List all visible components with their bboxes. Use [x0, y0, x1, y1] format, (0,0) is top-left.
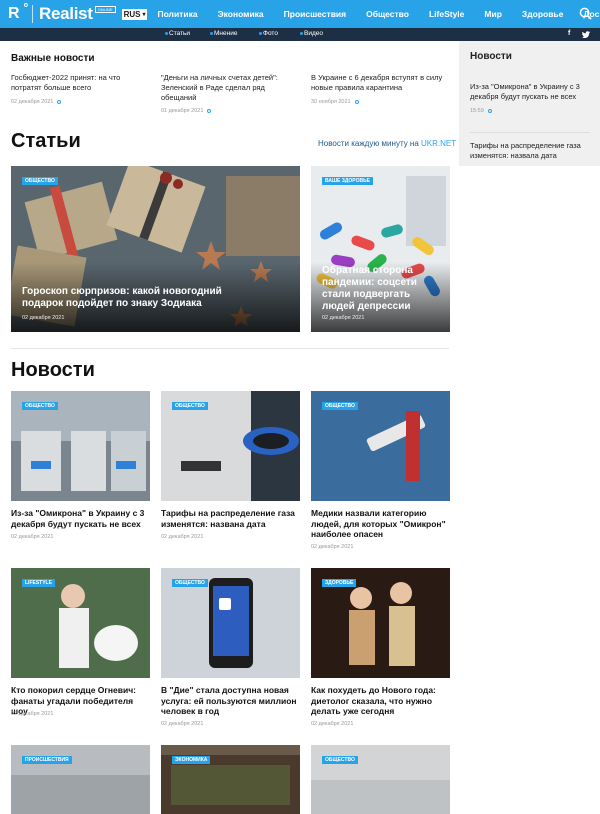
news-image[interactable]: ОБЩЕСТВО	[161, 568, 300, 678]
date: 02 декабря 2021	[11, 99, 54, 105]
category-badge[interactable]: ОБЩЕСТВО	[172, 402, 208, 410]
chevron-down-icon: ▾	[142, 11, 146, 18]
news-meta: 30 ноября 2021	[311, 99, 451, 105]
bullet-icon	[354, 100, 359, 104]
article-headline[interactable]: Гороскоп сюрпризов: какой новогодний под…	[22, 286, 232, 310]
subnav-item-video[interactable]: Видео	[300, 30, 323, 37]
news-image[interactable]: ОБЩЕСТВО	[311, 391, 450, 501]
important-news-title: Важные новости	[11, 53, 95, 64]
category-badge[interactable]: ЭКОНОМИКА	[172, 756, 211, 764]
news-image[interactable]: ЗДОРОВЬЕ	[311, 568, 450, 678]
nav-item-incidents[interactable]: Происшествия	[284, 9, 346, 19]
logo-letter: Ro	[8, 2, 28, 22]
news-meta: 01 декабря 2021	[161, 108, 301, 114]
time: 15:59	[470, 108, 484, 114]
dot-icon	[210, 32, 213, 35]
news-image[interactable]: ОБЩЕСТВО	[311, 745, 450, 814]
date: 01 декабря 2021	[161, 108, 204, 114]
news-image[interactable]: ОБЩЕСТВО	[11, 391, 150, 501]
bullet-icon	[487, 109, 492, 113]
news-date: 02 декабря 2021	[161, 721, 204, 727]
news-meta: 15:59	[470, 106, 590, 116]
nav-item-society[interactable]: Общество	[366, 9, 409, 19]
nav-item-economy[interactable]: Экономика	[218, 9, 264, 19]
news-image[interactable]: ПРОИСШЕСТВИЯ	[11, 745, 150, 814]
important-news-item[interactable]: "Деньги на личных счетах детей": Зеленск…	[161, 73, 301, 114]
date: 30 ноября 2021	[311, 99, 351, 105]
ukrnet-promo-link[interactable]: Новости каждую минуту на UKR.NET	[318, 139, 456, 148]
promo-link: UKR.NET	[421, 139, 457, 148]
promo-text: Новости каждую минуту на	[318, 139, 419, 148]
divider	[470, 132, 590, 133]
secondary-nav-bar: Статьи Мнение Фото Видео f	[0, 28, 600, 41]
news-date: 02 декабря 2021	[11, 534, 54, 540]
facebook-icon[interactable]: f	[568, 30, 570, 37]
news-image[interactable]: LIFESTYLE	[11, 568, 150, 678]
articles-section-title: Статьи	[11, 130, 81, 152]
logo-badge: ONLINE	[94, 6, 116, 13]
news-date: 02 декабря 2021	[161, 534, 204, 540]
subnav-item-articles[interactable]: Статьи	[165, 30, 190, 37]
search-icon[interactable]	[579, 7, 592, 20]
sidebar-title: Новости	[470, 51, 512, 62]
article-card[interactable]: ВАШЕ ЗДОРОВЬЕ Обратная сторона пандемии:…	[311, 166, 450, 332]
news-headline[interactable]: Медики назвали категорию людей, для кото…	[311, 508, 450, 540]
category-badge[interactable]: ОБЩЕСТВО	[322, 402, 358, 410]
headline[interactable]: В Украине с 6 декабря вступят в силу нов…	[311, 73, 451, 93]
news-image[interactable]: ОБЩЕСТВО	[161, 391, 300, 501]
news-date: 02 декабря 2021	[11, 711, 54, 717]
section-divider	[11, 348, 449, 349]
headline[interactable]: "Деньги на личных счетах детей": Зеленск…	[161, 73, 301, 103]
news-headline[interactable]: Тарифы на распределение газа изменятся: …	[161, 508, 300, 529]
news-image[interactable]: ЭКОНОМИКА	[161, 745, 300, 814]
language-label: RUS	[123, 9, 141, 19]
dot-icon	[259, 32, 262, 35]
article-date: 02 декабря 2021	[322, 315, 365, 321]
news-date: 02 декабря 2021	[311, 721, 354, 727]
category-badge[interactable]: ПРОИСШЕСТВИЯ	[22, 756, 72, 764]
subnav-item-opinion[interactable]: Мнение	[210, 30, 237, 37]
twitter-icon[interactable]	[582, 31, 590, 38]
category-badge[interactable]: LIFESTYLE	[22, 579, 55, 587]
category-badge[interactable]: ОБЩЕСТВО	[172, 579, 208, 587]
headline[interactable]: Госбюджет-2022 принят: на что потратят б…	[11, 73, 151, 93]
category-badge[interactable]: ОБЩЕСТВО	[22, 402, 58, 410]
article-headline[interactable]: Обратная сторона пандемии: соцсети стали…	[322, 265, 440, 313]
dot-icon	[165, 32, 168, 35]
headline: Из-за "Омикрона" в Украину с 3 декабря б…	[470, 82, 580, 101]
category-badge[interactable]: ВАШЕ ЗДОРОВЬЕ	[322, 177, 374, 185]
sidebar-news-item[interactable]: Тарифы на распределение газа изменятся: …	[470, 141, 590, 161]
subnav-item-photo[interactable]: Фото	[259, 30, 278, 37]
bullet-icon	[207, 109, 212, 113]
logo-divider	[32, 5, 33, 23]
site-logo[interactable]: Ro Realist ONLINE	[8, 0, 116, 28]
dot-icon	[300, 32, 303, 35]
important-news-item[interactable]: Госбюджет-2022 принят: на что потратят б…	[11, 73, 151, 105]
article-card[interactable]: ОБЩЕСТВО Гороскоп сюрпризов: какой новог…	[11, 166, 300, 332]
logo-text: Realist	[39, 4, 93, 23]
nav-item-lifestyle[interactable]: LifeStyle	[429, 9, 464, 19]
sidebar-news-feed: Новости Из-за "Омикрона" в Украину с 3 д…	[459, 41, 600, 166]
category-badge[interactable]: ЗДОРОВЬЕ	[322, 579, 357, 587]
important-news-item[interactable]: В Украине с 6 декабря вступят в силу нов…	[311, 73, 451, 105]
headline: Тарифы на распределение газа изменятся: …	[470, 141, 581, 160]
category-badge[interactable]: ОБЩЕСТВО	[322, 756, 358, 764]
bullet-icon	[57, 100, 62, 104]
news-section-title: Новости	[11, 359, 95, 381]
main-nav: Политика Экономика Происшествия Общество…	[157, 9, 600, 19]
nav-item-world[interactable]: Мир	[484, 9, 502, 19]
top-navigation-bar: Ro Realist ONLINE RUS ▾ Политика Экономи…	[0, 0, 600, 28]
nav-item-politics[interactable]: Политика	[157, 9, 197, 19]
article-date: 02 декабря 2021	[22, 315, 65, 321]
language-selector[interactable]: RUS ▾	[121, 8, 148, 20]
news-headline[interactable]: Из-за "Омикрона" в Украину с 3 декабря б…	[11, 508, 150, 529]
news-date: 02 декабря 2021	[311, 544, 354, 550]
category-badge[interactable]: ОБЩЕСТВО	[22, 177, 58, 185]
news-headline[interactable]: Как похудеть до Нового года: диетолог ск…	[311, 685, 450, 717]
nav-item-health[interactable]: Здоровье	[522, 9, 563, 19]
news-meta: 02 декабря 2021	[11, 99, 151, 105]
news-headline[interactable]: В "Дие" стала доступна новая услуга: ей …	[161, 685, 300, 717]
sidebar-news-item[interactable]: Из-за "Омикрона" в Украину с 3 декабря б…	[470, 82, 590, 116]
